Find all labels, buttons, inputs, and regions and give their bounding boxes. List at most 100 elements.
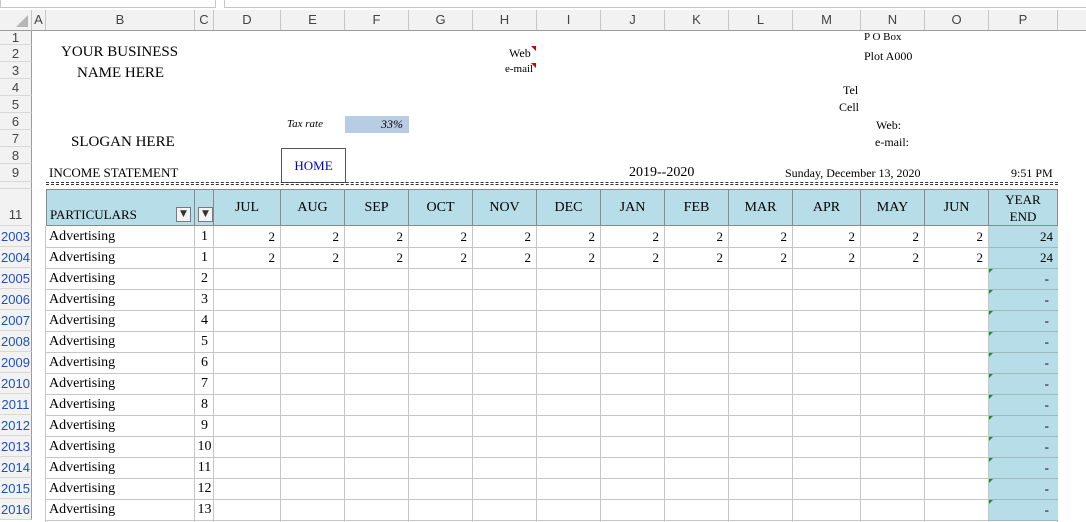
month-value-cell[interactable]: 2: [793, 250, 860, 265]
row-header-2008[interactable]: 2008: [0, 331, 32, 352]
row-header-2010[interactable]: 2010: [0, 373, 32, 394]
column-header-e[interactable]: E: [281, 10, 345, 31]
row-header-2[interactable]: 2: [0, 45, 32, 62]
row-label[interactable]: Advertising: [49, 270, 115, 287]
row-header-2014[interactable]: 2014: [0, 457, 32, 478]
month-value-cell[interactable]: 2: [665, 229, 728, 244]
column-header-a[interactable]: A: [32, 10, 46, 31]
row-label[interactable]: Advertising: [49, 501, 115, 518]
column-header-k[interactable]: K: [665, 10, 729, 31]
month-value-cell[interactable]: 2: [793, 229, 860, 244]
home-button[interactable]: HOME: [281, 148, 346, 183]
row-index[interactable]: 1: [195, 249, 214, 266]
column-header-f[interactable]: F: [345, 10, 409, 31]
month-value-cell[interactable]: 2: [601, 229, 664, 244]
year-end-total[interactable]: -: [989, 355, 1058, 370]
row-header-2016[interactable]: 2016: [0, 499, 32, 520]
month-header-nov[interactable]: NOV: [473, 189, 537, 226]
year-end-total[interactable]: -: [989, 502, 1058, 517]
month-value-cell[interactable]: 2: [214, 229, 280, 244]
row-header-2007[interactable]: 2007: [0, 310, 32, 331]
year-end-total[interactable]: -: [989, 334, 1058, 349]
row-header-10[interactable]: [0, 182, 32, 189]
year-end-total[interactable]: -: [989, 313, 1058, 328]
row-index[interactable]: 7: [195, 375, 214, 392]
month-value-cell[interactable]: 2: [665, 250, 728, 265]
comment-indicator[interactable]: [531, 46, 536, 51]
row-label[interactable]: Advertising: [49, 249, 115, 266]
month-header-jan[interactable]: JAN: [601, 189, 665, 226]
row-label[interactable]: Advertising: [49, 396, 115, 413]
month-value-cell[interactable]: 2: [729, 250, 792, 265]
row-index[interactable]: 9: [195, 417, 214, 434]
month-value-cell[interactable]: 2: [345, 250, 408, 265]
row-header-2013[interactable]: 2013: [0, 436, 32, 457]
row-index[interactable]: 2: [195, 270, 214, 287]
month-header-jul[interactable]: JUL: [214, 189, 281, 226]
month-value-cell[interactable]: 2: [861, 229, 924, 244]
row-header-2009[interactable]: 2009: [0, 352, 32, 373]
month-header-sep[interactable]: SEP: [345, 189, 409, 226]
year-end-total[interactable]: -: [989, 460, 1058, 475]
row-index[interactable]: 1: [195, 228, 214, 245]
row-label[interactable]: Advertising: [49, 312, 115, 329]
month-header-apr[interactable]: APR: [793, 189, 861, 226]
month-value-cell[interactable]: 2: [281, 250, 344, 265]
month-value-cell[interactable]: 2: [537, 229, 600, 244]
column-header-h[interactable]: H: [473, 10, 537, 31]
filter-active-icon[interactable]: ▼: [176, 207, 191, 222]
row-index[interactable]: 4: [195, 312, 214, 329]
month-value-cell[interactable]: 2: [345, 229, 408, 244]
row-label[interactable]: Advertising: [49, 333, 115, 350]
row-label[interactable]: Advertising: [49, 438, 115, 455]
month-value-cell[interactable]: 2: [473, 229, 536, 244]
row-label[interactable]: Advertising: [49, 354, 115, 371]
name-box[interactable]: [0, 0, 216, 8]
row-header-11[interactable]: 11: [0, 189, 32, 226]
row-label[interactable]: Advertising: [49, 291, 115, 308]
row-index[interactable]: 10: [195, 438, 214, 455]
month-value-cell[interactable]: 2: [925, 229, 988, 244]
year-end-total[interactable]: -: [989, 439, 1058, 454]
year-end-total[interactable]: -: [989, 271, 1058, 286]
month-value-cell[interactable]: 2: [925, 250, 988, 265]
comment-indicator[interactable]: [531, 63, 536, 68]
row-header-2003[interactable]: 2003: [0, 226, 32, 247]
row-header-2004[interactable]: 2004: [0, 247, 32, 268]
month-header-oct[interactable]: OCT: [409, 189, 473, 226]
row-header-2006[interactable]: 2006: [0, 289, 32, 310]
year-end-total[interactable]: 24: [989, 229, 1058, 244]
row-header-7[interactable]: 7: [0, 130, 32, 147]
column-header-m[interactable]: M: [793, 10, 861, 31]
row-header-2015[interactable]: 2015: [0, 478, 32, 499]
year-end-header[interactable]: YEAR END: [989, 189, 1058, 226]
month-value-cell[interactable]: 2: [729, 229, 792, 244]
row-label[interactable]: Advertising: [49, 375, 115, 392]
month-value-cell[interactable]: 2: [409, 250, 472, 265]
month-header-feb[interactable]: FEB: [665, 189, 729, 226]
row-label[interactable]: Advertising: [49, 480, 115, 497]
row-label[interactable]: Advertising: [49, 417, 115, 434]
month-value-cell[interactable]: 2: [537, 250, 600, 265]
row-header-2011[interactable]: 2011: [0, 394, 32, 415]
year-end-total[interactable]: -: [989, 418, 1058, 433]
month-value-cell[interactable]: 2: [281, 229, 344, 244]
month-header-may[interactable]: MAY: [861, 189, 925, 226]
year-end-total[interactable]: -: [989, 376, 1058, 391]
row-header-2005[interactable]: 2005: [0, 268, 32, 289]
year-end-total[interactable]: -: [989, 292, 1058, 307]
filter-dropdown-icon[interactable]: ▼: [198, 207, 213, 222]
row-label[interactable]: Advertising: [49, 228, 115, 245]
year-end-total[interactable]: -: [989, 481, 1058, 496]
row-index[interactable]: 8: [195, 396, 214, 413]
column-header-c[interactable]: C: [195, 10, 214, 31]
row-header-9[interactable]: 9: [0, 164, 32, 182]
row-header-6[interactable]: 6: [0, 113, 32, 130]
column-header-o[interactable]: O: [925, 10, 989, 31]
formula-bar[interactable]: [224, 0, 1086, 8]
column-header-j[interactable]: J: [601, 10, 665, 31]
column-header-n[interactable]: N: [861, 10, 925, 31]
column-header-b[interactable]: B: [46, 10, 195, 31]
column-header-p[interactable]: P: [989, 10, 1058, 31]
year-end-total[interactable]: -: [989, 397, 1058, 412]
